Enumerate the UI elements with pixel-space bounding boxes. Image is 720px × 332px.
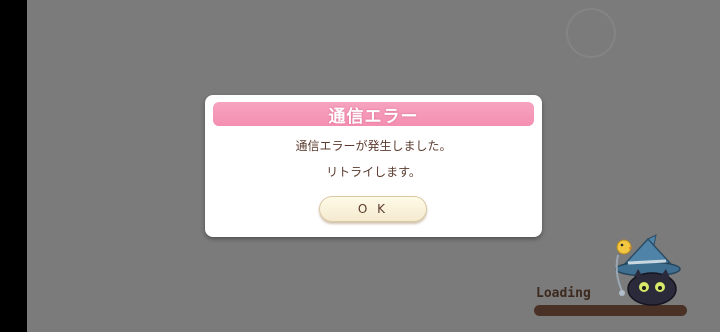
error-message: 通信エラーが発生しました。 [295, 139, 452, 153]
dialog-header: 通信エラー [213, 102, 534, 127]
retry-message: リトライします。 [326, 165, 421, 179]
left-black-bar [0, 0, 27, 332]
ok-button[interactable]: O K [319, 196, 427, 222]
menu-circle-icon [566, 8, 616, 58]
loading-label: Loading [536, 286, 591, 301]
black-cat-wizard-icon [615, 234, 681, 306]
error-dialog: 通信エラー 通信エラーが発生しました。 リトライします。 O K [205, 95, 542, 237]
dialog-title: 通信エラー [328, 106, 419, 127]
